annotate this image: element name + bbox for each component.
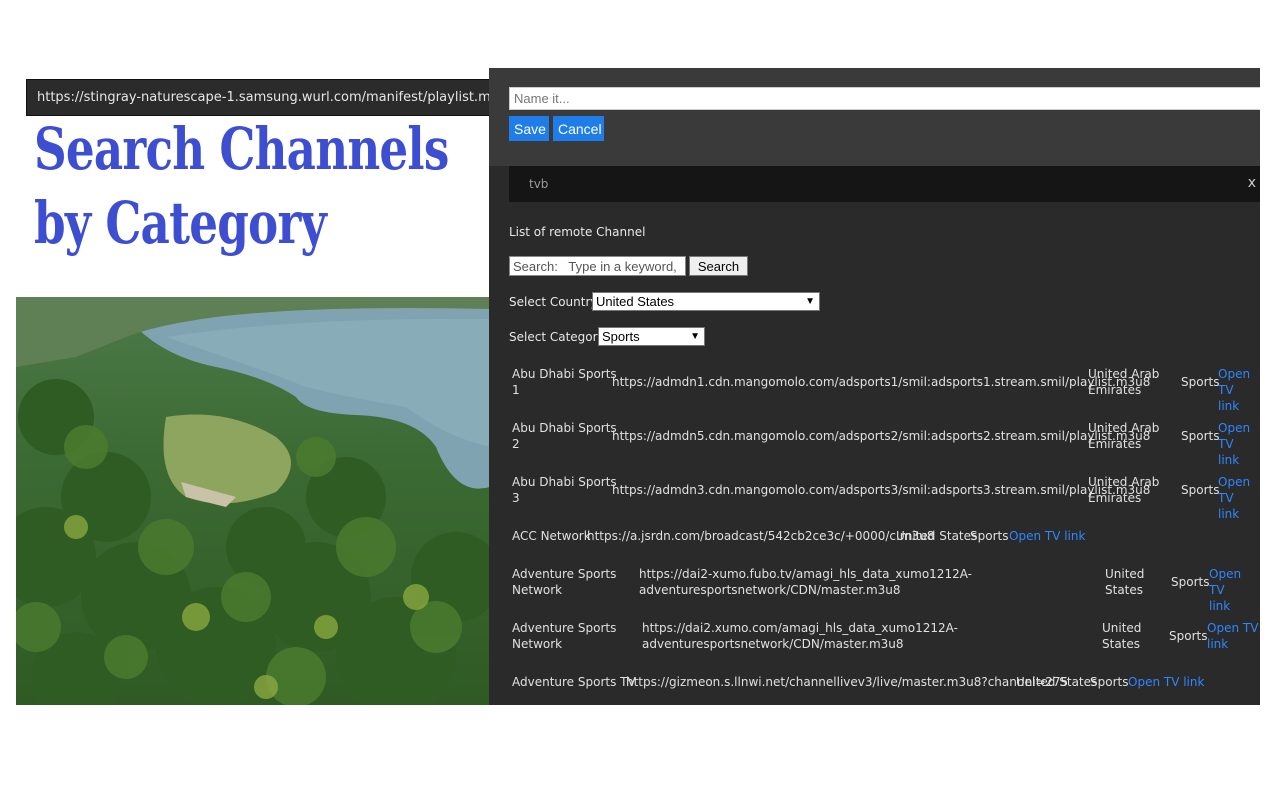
save-button[interactable]: Save — [509, 116, 549, 141]
promo-headline: Search Channels by Category — [34, 112, 449, 260]
panel-header — [489, 68, 1260, 166]
open-tv-link[interactable]: Open TV link — [1218, 420, 1260, 468]
search-input[interactable] — [509, 256, 686, 276]
search-button[interactable]: Search — [689, 256, 748, 276]
channel-name: Abu Dhabi Sports 1 — [512, 367, 617, 397]
channel-category: Sports — [1090, 675, 1129, 689]
tab-tvb[interactable]: tvb — [529, 177, 548, 191]
category-label: Select Category: — [509, 330, 608, 344]
headline-line-2: by Category — [34, 189, 327, 257]
channel-url: https://dai2.xumo.com/amagi_hls_data_xum… — [642, 621, 958, 651]
channel-name: ACC Network — [512, 529, 591, 543]
channel-category: Sports — [1181, 429, 1220, 443]
channel-category: Sports — [1181, 375, 1220, 389]
channel-url: https://admdn1.cdn.mangomolo.com/adsport… — [612, 375, 1151, 389]
landscape-photo — [16, 297, 490, 705]
channel-category: Sports — [970, 529, 1009, 543]
chevron-down-icon: ▼ — [690, 331, 700, 342]
cancel-button[interactable]: Cancel — [553, 116, 604, 141]
list-title: List of remote Channel — [509, 225, 646, 239]
headline-line-1: Search Channels — [34, 115, 449, 183]
category-select[interactable]: Sports ▼ — [598, 327, 705, 346]
channel-url: https://admdn3.cdn.mangomolo.com/adsport… — [612, 483, 1151, 497]
open-tv-link[interactable]: Open TV link — [1218, 366, 1260, 414]
tab-bar[interactable]: tvb x — [509, 166, 1260, 202]
channel-url: https://gizmeon.s.llnwi.net/channellivev… — [626, 675, 1069, 689]
channel-country: United States — [1105, 567, 1145, 597]
country-label: Select Country: — [509, 295, 601, 309]
channel-country: United States — [1016, 675, 1098, 689]
channel-country: United Arab Emirates — [1088, 475, 1160, 505]
category-select-value: Sports — [602, 329, 640, 344]
channel-country: United Arab Emirates — [1088, 367, 1160, 397]
channel-name: Abu Dhabi Sports 3 — [512, 475, 617, 505]
channel-category: Sports — [1171, 575, 1210, 589]
channel-country: United States — [896, 529, 978, 543]
open-tv-link[interactable]: Open TV link — [1128, 674, 1204, 690]
channel-url: https://a.jsrdn.com/broadcast/542cb2ce3c… — [587, 529, 935, 543]
channel-country: United Arab Emirates — [1088, 421, 1160, 451]
channel-country: United States — [1102, 621, 1142, 651]
channel-name: Adventure Sports Network — [512, 621, 617, 651]
channel-panel: Save Cancel tvb x List of remote Channel… — [489, 68, 1260, 705]
close-icon[interactable]: x — [1248, 175, 1256, 191]
url-bar[interactable]: https://stingray-naturescape-1.samsung.w… — [26, 79, 490, 116]
channel-name: Adventure Sports TV — [512, 675, 636, 689]
open-tv-link[interactable]: Open TV link — [1207, 620, 1258, 652]
channel-name: Adventure Sports Network — [512, 567, 617, 597]
channel-url: https://dai2-xumo.fubo.tv/amagi_hls_data… — [639, 567, 972, 597]
open-tv-link[interactable]: Open TV link — [1218, 474, 1260, 522]
channel-name: Abu Dhabi Sports 2 — [512, 421, 617, 451]
country-select[interactable]: United States ▼ — [592, 292, 820, 311]
open-tv-link[interactable]: Open TV link — [1209, 566, 1260, 614]
open-tv-link[interactable]: Open TV link — [1009, 528, 1085, 544]
channel-url: https://admdn5.cdn.mangomolo.com/adsport… — [612, 429, 1151, 443]
channel-category: Sports — [1169, 629, 1208, 643]
channel-category: Sports — [1181, 483, 1220, 497]
chevron-down-icon: ▼ — [805, 296, 815, 307]
name-input[interactable] — [509, 87, 1260, 110]
country-select-value: United States — [596, 294, 675, 309]
